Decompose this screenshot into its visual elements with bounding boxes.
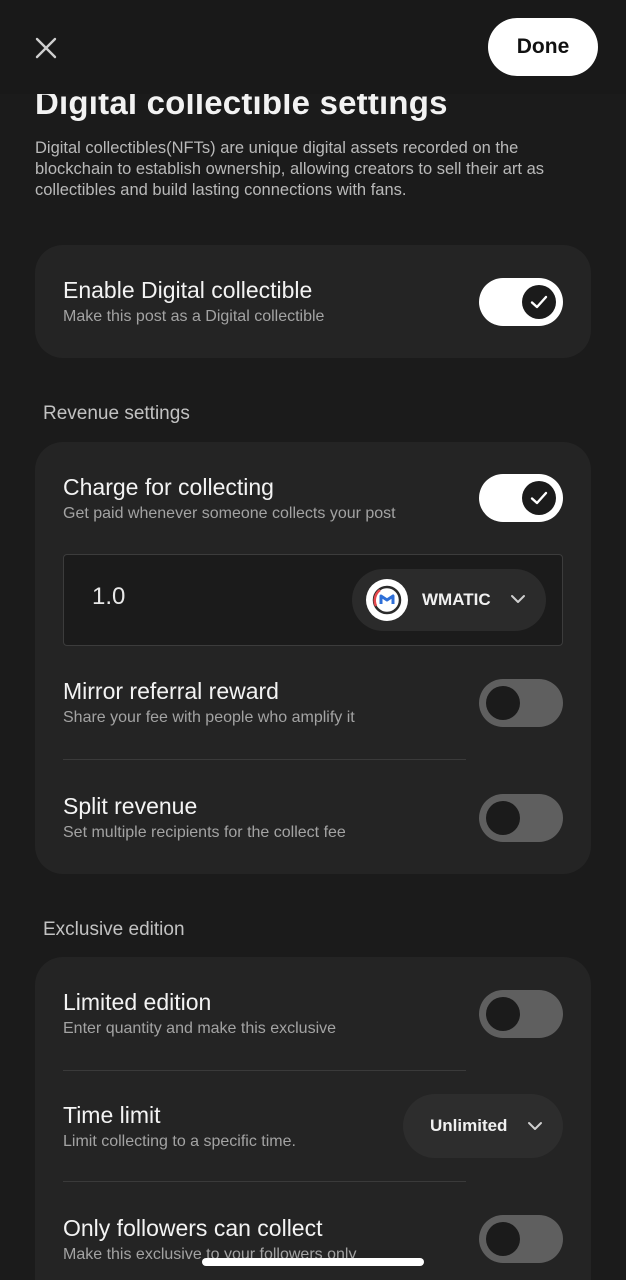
revenue-section-label: Revenue settings: [43, 403, 190, 424]
done-button[interactable]: Done: [488, 18, 598, 76]
followers-toggle[interactable]: [479, 1215, 563, 1263]
toggle-knob: [522, 285, 556, 319]
price-box: WMATIC: [63, 554, 563, 646]
enable-toggle[interactable]: [479, 278, 563, 326]
token-name: WMATIC: [422, 590, 491, 609]
toggle-knob: [522, 481, 556, 515]
divider: [63, 1070, 466, 1071]
toggle-knob: [486, 1222, 520, 1256]
split-toggle[interactable]: [479, 794, 563, 842]
exclusive-section-label: Exclusive edition: [43, 919, 185, 940]
chevron-down-icon: [511, 595, 525, 603]
toggle-knob: [486, 801, 520, 835]
toggle-knob: [486, 686, 520, 720]
mirror-toggle[interactable]: [479, 679, 563, 727]
close-button[interactable]: [28, 30, 64, 66]
price-input[interactable]: [92, 583, 292, 611]
divider: [63, 759, 466, 760]
revenue-card: Charge for collecting Get paid whenever …: [35, 442, 591, 874]
page-description: Digital collectibles(NFTs) are unique di…: [35, 139, 545, 199]
home-indicator: [202, 1258, 424, 1266]
close-icon[interactable]: [34, 36, 58, 60]
limited-toggle[interactable]: [479, 990, 563, 1038]
exclusive-card: Limited edition Enter quantity and make …: [35, 957, 591, 1280]
wmatic-logo-icon: [366, 579, 408, 621]
collectible-settings-screen: Done Digital collectible settings Digita…: [0, 0, 626, 1280]
enable-card: Enable Digital collectible Make this pos…: [35, 245, 591, 358]
token-select[interactable]: WMATIC: [352, 569, 546, 631]
time-limit-value: Unlimited: [430, 1116, 508, 1135]
check-icon: [530, 295, 548, 309]
charge-toggle[interactable]: [479, 474, 563, 522]
time-limit-select[interactable]: Unlimited: [403, 1094, 563, 1158]
top-bar: Done: [0, 0, 626, 94]
chevron-down-icon: [528, 1122, 542, 1130]
check-icon: [530, 491, 548, 505]
toggle-knob: [486, 997, 520, 1031]
divider: [63, 1181, 466, 1182]
